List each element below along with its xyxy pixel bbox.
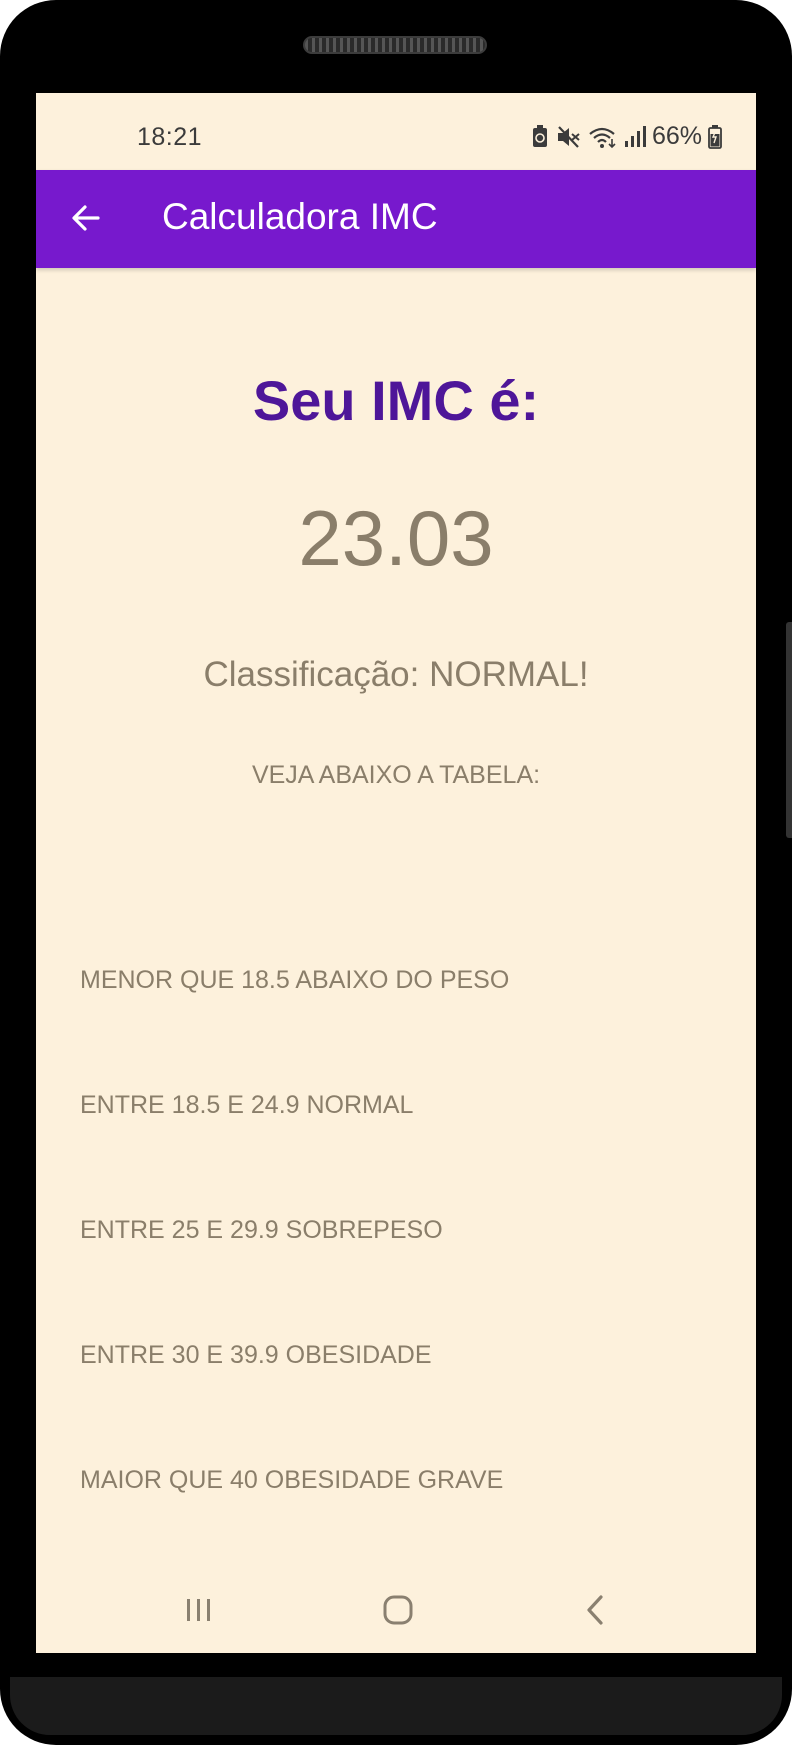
screen: 18:21 66% Calculadora IMC Seu IMC é: 23.… [36, 93, 756, 1653]
app-title: Calculadora IMC [162, 196, 438, 237]
earpiece-speaker [303, 36, 487, 54]
phone-frame: 18:21 66% Calculadora IMC Seu IMC é: 23.… [0, 0, 792, 1745]
signal-icon [624, 125, 646, 149]
arrow-back-icon[interactable] [68, 200, 104, 236]
imc-value: 23.03 [298, 494, 494, 582]
range-row-normal: ENTRE 18.5 E 24.9 NORMAL [80, 1091, 414, 1119]
side-button [786, 622, 792, 838]
battery-icon [708, 124, 722, 149]
status-bar: 18:21 66% [36, 93, 756, 170]
status-time: 18:21 [137, 123, 203, 151]
range-row-obesity: ENTRE 30 E 39.9 OBESIDADE [80, 1341, 432, 1369]
classification-text: Classificação: NORMAL! [203, 655, 589, 694]
range-row-severe-obesity: MAIOR QUE 40 OBESIDADE GRAVE [80, 1466, 504, 1494]
navigation-bar [36, 1573, 756, 1653]
back-icon[interactable] [576, 1591, 622, 1631]
home-icon[interactable] [376, 1591, 422, 1631]
app-bar: Calculadora IMC [36, 170, 756, 268]
battery-percent: 66% [651, 122, 702, 150]
range-row-overweight: ENTRE 25 E 29.9 SOBREPESO [80, 1216, 443, 1244]
phone-chin [10, 1677, 782, 1735]
battery-saver-icon [530, 124, 550, 149]
recent-apps-icon[interactable] [176, 1591, 222, 1631]
wifi-icon [588, 125, 618, 149]
status-icons: 66% [530, 122, 722, 151]
range-row-underweight: MENOR QUE 18.5 ABAIXO DO PESO [80, 966, 510, 994]
table-intro: VEJA ABAIXO A TABELA: [251, 761, 541, 789]
result-heading: Seu IMC é: [252, 369, 540, 432]
mute-icon [556, 125, 582, 149]
